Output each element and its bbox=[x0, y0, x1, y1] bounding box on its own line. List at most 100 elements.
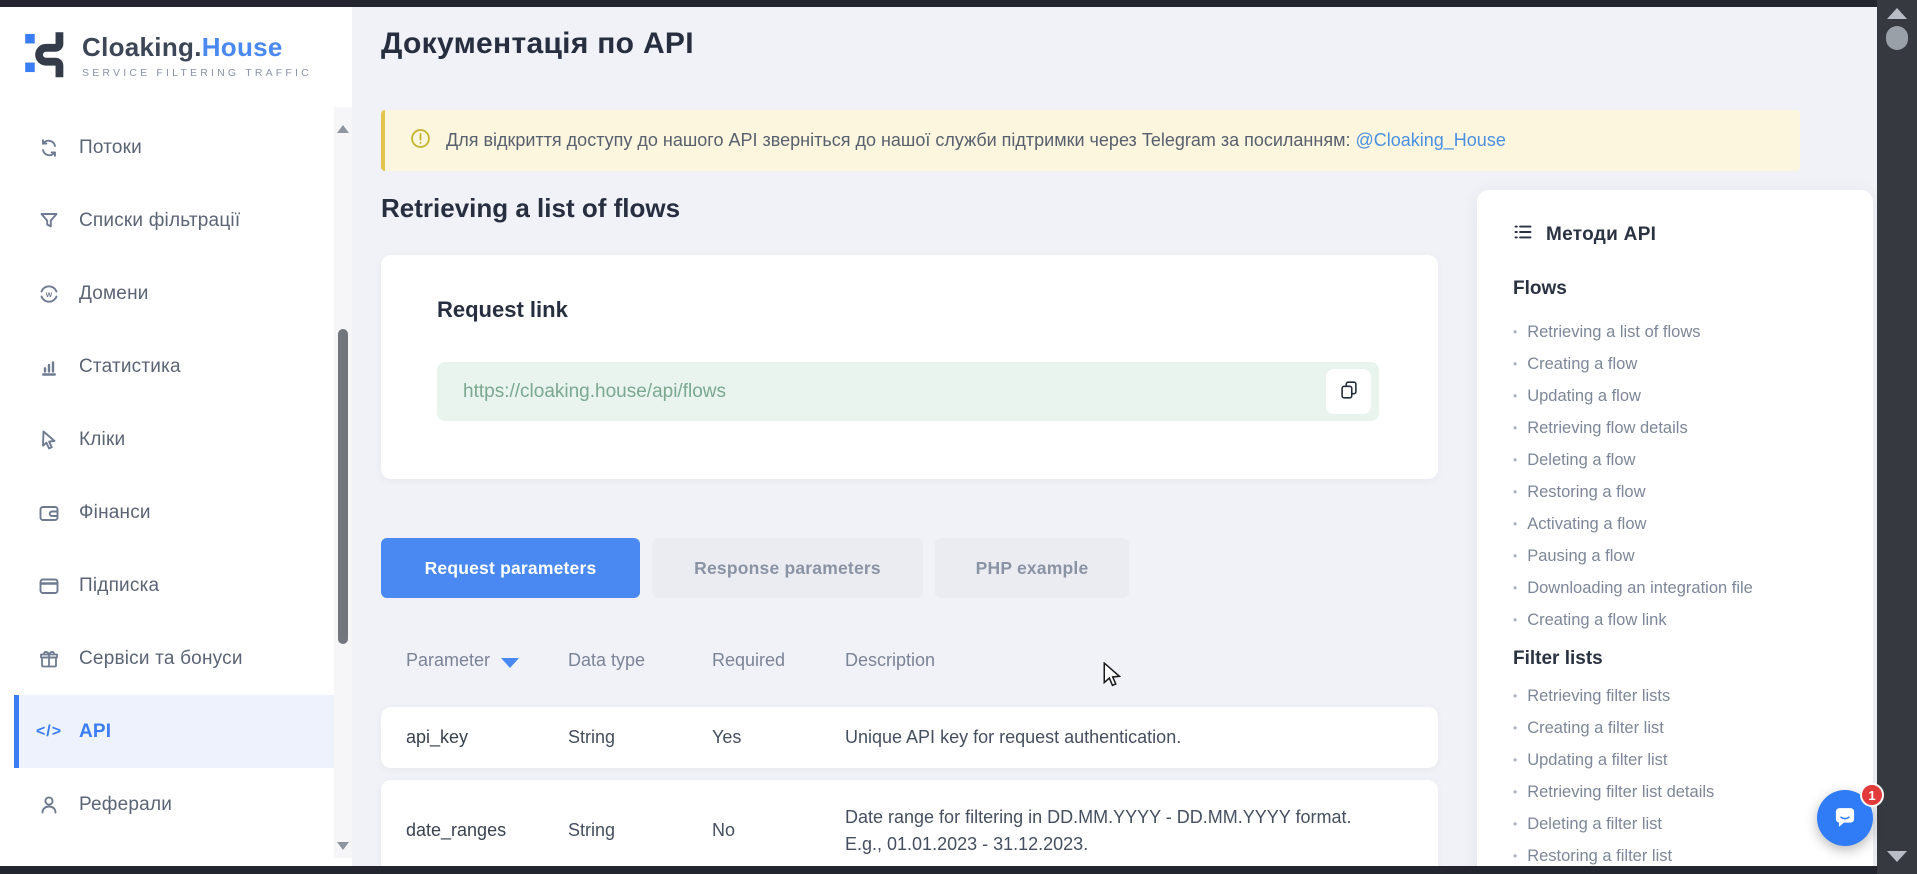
tab-response-parameters[interactable]: Response parameters bbox=[652, 538, 923, 598]
tab-php-example[interactable]: PHP example bbox=[935, 538, 1129, 598]
api-methods-header: Методи API bbox=[1513, 222, 1853, 248]
method-link[interactable]: • Pausing a flow bbox=[1513, 540, 1853, 572]
bullet: • bbox=[1513, 721, 1517, 735]
cell-parameter: date_ranges bbox=[406, 820, 568, 841]
sidebar-scrollbar[interactable] bbox=[334, 107, 352, 858]
bullet: • bbox=[1513, 689, 1517, 703]
bullet: • bbox=[1513, 389, 1517, 403]
method-link[interactable]: •Downloading an integration file bbox=[1513, 572, 1853, 604]
scroll-up-icon[interactable] bbox=[1887, 8, 1907, 19]
sidebar-item-label: Статистика bbox=[79, 356, 181, 378]
bullet: • bbox=[1513, 325, 1517, 339]
method-link-label: Creating a flow link bbox=[1527, 611, 1666, 630]
bullet: • bbox=[1513, 549, 1517, 563]
scroll-up-icon[interactable] bbox=[337, 125, 349, 133]
bullet: • bbox=[1513, 581, 1517, 595]
bullet: • bbox=[1513, 849, 1517, 863]
sidebar-item-label: Кліки bbox=[79, 429, 125, 451]
browser-scrollbar-thumb[interactable] bbox=[1886, 26, 1908, 50]
clicks-icon bbox=[36, 427, 62, 453]
scroll-down-icon[interactable] bbox=[1887, 851, 1907, 862]
window-top-strip bbox=[0, 0, 1917, 7]
warning-icon bbox=[409, 127, 432, 155]
sidebar-item-services[interactable]: Сервіси та бонуси bbox=[0, 622, 334, 695]
method-link-label: Pausing a flow bbox=[1527, 547, 1634, 566]
bullet: • bbox=[1513, 357, 1517, 371]
api-icon: </> bbox=[36, 719, 62, 745]
method-link[interactable]: •Creating a filter list bbox=[1513, 712, 1853, 744]
sidebar-item-clicks[interactable]: Кліки bbox=[0, 403, 334, 476]
statistics-icon bbox=[36, 354, 62, 380]
methods-list-flows: •Retrieving a list of flows •Creating a … bbox=[1513, 316, 1853, 636]
bullet: • bbox=[1513, 785, 1517, 799]
info-banner: Для відкриття доступу до нашого API звер… bbox=[381, 110, 1800, 171]
telegram-link[interactable]: @Cloaking_House bbox=[1355, 130, 1505, 150]
cell-data-type: String bbox=[568, 727, 712, 748]
sidebar-item-api[interactable]: </> API bbox=[14, 695, 334, 768]
column-header-required: Required bbox=[712, 650, 845, 671]
method-link[interactable]: •Retrieving filter list details bbox=[1513, 776, 1853, 808]
bullet: • bbox=[1513, 517, 1517, 531]
methods-section-filter-lists: Filter lists bbox=[1513, 648, 1853, 670]
copy-button[interactable] bbox=[1326, 369, 1371, 414]
sidebar-item-statistics[interactable]: Статистика bbox=[0, 330, 334, 403]
list-icon bbox=[1513, 222, 1533, 248]
browser-scrollbar[interactable] bbox=[1877, 0, 1917, 874]
method-link[interactable]: •Updating a filter list bbox=[1513, 744, 1853, 776]
cell-parameter: api_key bbox=[406, 727, 568, 748]
method-link[interactable]: •Deleting a filter list bbox=[1513, 808, 1853, 840]
sidebar-item-label: Потоки bbox=[79, 137, 142, 159]
bullet: • bbox=[1513, 613, 1517, 627]
sidebar-item-filter-lists[interactable]: Списки фільтрації bbox=[0, 184, 334, 257]
method-link[interactable]: •Retrieving a list of flows bbox=[1513, 316, 1853, 348]
cell-required: Yes bbox=[712, 727, 845, 748]
chat-notification-badge: 1 bbox=[1860, 783, 1884, 807]
method-link-label: Retrieving flow details bbox=[1527, 419, 1688, 438]
brand-logo-icon bbox=[20, 27, 72, 84]
sidebar-item-label: Сервіси та бонуси bbox=[79, 648, 243, 670]
bullet: • bbox=[1513, 485, 1517, 499]
sidebar-item-label: API bbox=[79, 721, 111, 743]
method-link-label: Deleting a flow bbox=[1527, 451, 1635, 470]
scroll-down-icon[interactable] bbox=[337, 842, 349, 850]
sidebar-item-flows[interactable]: Потоки bbox=[0, 111, 334, 184]
table-row: date_ranges String No Date range for fil… bbox=[381, 780, 1438, 874]
method-link[interactable]: •Retrieving flow details bbox=[1513, 412, 1853, 444]
cell-required: No bbox=[712, 820, 845, 841]
tab-request-parameters[interactable]: Request parameters bbox=[381, 538, 640, 598]
banner-text: Для відкриття доступу до нашого API звер… bbox=[446, 130, 1506, 151]
section-heading: Retrieving a list of flows bbox=[381, 193, 680, 224]
method-link-label: Restoring a filter list bbox=[1527, 847, 1672, 866]
parameter-tabs: Request parameters Response parameters P… bbox=[381, 538, 1129, 598]
method-link[interactable]: •Activating a flow bbox=[1513, 508, 1853, 540]
column-header-parameter: Parameter bbox=[406, 650, 568, 671]
column-header-data-type: Data type bbox=[568, 647, 650, 673]
method-link[interactable]: •Deleting a flow bbox=[1513, 444, 1853, 476]
request-link-title: Request link bbox=[437, 297, 568, 323]
cell-data-type: String bbox=[568, 820, 712, 841]
request-url-box: https://cloaking.house/api/flows bbox=[437, 362, 1379, 421]
method-link[interactable]: •Updating a flow bbox=[1513, 380, 1853, 412]
sidebar-item-finance[interactable]: Фінанси bbox=[0, 476, 334, 549]
chat-widget-button[interactable]: 1 bbox=[1817, 790, 1873, 846]
sidebar-item-subscription[interactable]: Підписка bbox=[0, 549, 334, 622]
logo[interactable]: Cloaking.House SERVICE FILTERING TRAFFIC bbox=[0, 7, 352, 84]
request-link-card: Request link https://cloaking.house/api/… bbox=[381, 255, 1438, 479]
sidebar-item-referrals[interactable]: Реферали bbox=[0, 768, 334, 841]
api-methods-panel: Методи API Flows •Retrieving a list of f… bbox=[1477, 190, 1873, 874]
sidebar-item-domains[interactable]: w Домени bbox=[0, 257, 334, 330]
brand-name: Cloaking. bbox=[82, 32, 202, 62]
api-methods-title: Методи API bbox=[1546, 224, 1656, 246]
copy-icon bbox=[1338, 379, 1360, 404]
flows-icon bbox=[36, 135, 62, 161]
domains-icon: w bbox=[36, 281, 62, 307]
method-link-label: Restoring a flow bbox=[1527, 483, 1645, 502]
method-link[interactable]: • Restoring a flow bbox=[1513, 476, 1853, 508]
method-link[interactable]: •Creating a flow bbox=[1513, 348, 1853, 380]
table-header: Parameter Data type Required Description bbox=[381, 617, 1438, 704]
sidebar-scrollbar-thumb[interactable] bbox=[338, 329, 348, 644]
method-link[interactable]: •Retrieving filter lists bbox=[1513, 680, 1853, 712]
referrals-icon bbox=[36, 792, 62, 818]
method-link[interactable]: • Creating a flow link bbox=[1513, 604, 1853, 636]
svg-text:w: w bbox=[45, 289, 53, 298]
